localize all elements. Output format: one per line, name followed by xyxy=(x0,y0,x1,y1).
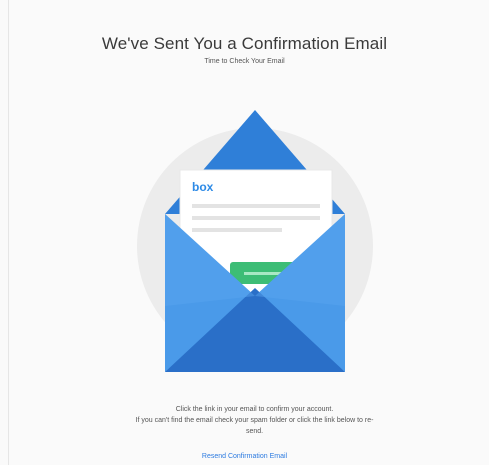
instructions-text: Click the link in your email to confirm … xyxy=(60,404,449,437)
letter-line xyxy=(192,216,320,220)
resend-confirmation-link[interactable]: Resend Confirmation Email xyxy=(0,453,489,460)
letter-line xyxy=(192,228,282,232)
page-title: We've Sent You a Confirmation Email xyxy=(101,34,388,53)
instructions-line: If you can't find the email check your s… xyxy=(135,417,374,424)
left-divider xyxy=(8,0,9,465)
instructions-line: Click the link in your email to confirm … xyxy=(175,406,334,413)
page-subtitle: Time to Check Your Email xyxy=(204,58,285,65)
instructions-line: send. xyxy=(245,428,264,435)
confirmation-page: We've Sent You a Confirmation Email Time… xyxy=(0,0,489,465)
letter-line xyxy=(192,204,320,208)
box-logo: box xyxy=(192,180,214,194)
envelope-illustration: box xyxy=(137,110,373,372)
